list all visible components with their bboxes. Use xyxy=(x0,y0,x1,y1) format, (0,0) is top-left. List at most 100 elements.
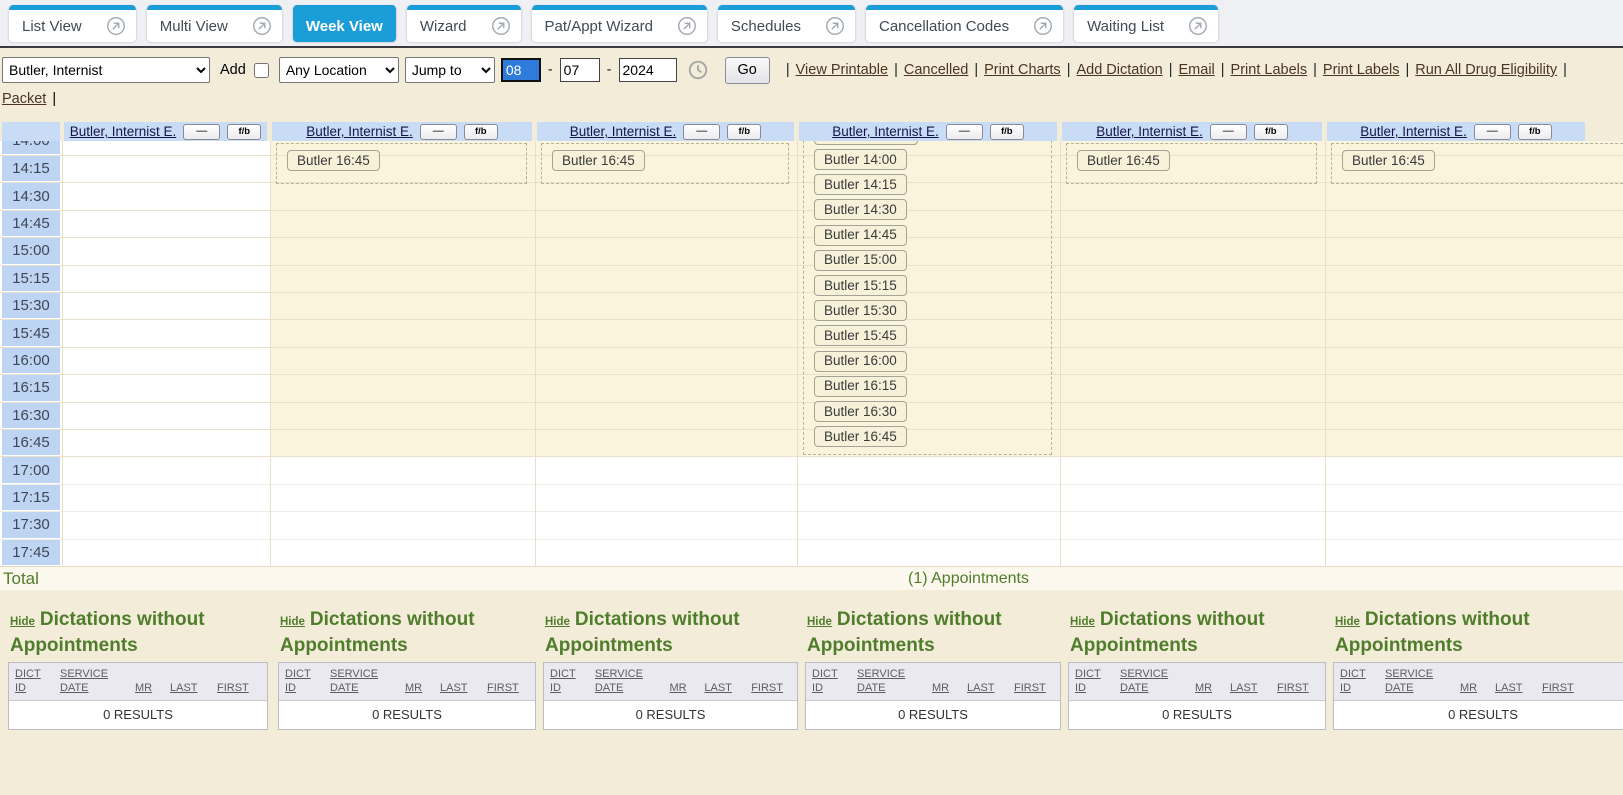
column-sort-link[interactable]: DATE xyxy=(1385,681,1451,695)
collapse-column-button[interactable]: — xyxy=(683,124,720,140)
appointment-chip[interactable]: Butler 16:45 xyxy=(552,150,645,171)
column-sort-link[interactable]: ID xyxy=(15,681,51,695)
appointment-chip[interactable]: Butler 16:30 xyxy=(814,401,907,422)
appointment-chip[interactable]: Butler 16:00 xyxy=(814,351,907,372)
tab-waiting-list[interactable]: Waiting List xyxy=(1073,5,1219,43)
column-sort-link[interactable]: DATE xyxy=(60,681,126,695)
tab-list-view[interactable]: List View xyxy=(8,5,137,43)
toolbar-link-cancelled[interactable]: Cancelled xyxy=(904,62,969,78)
column-sort-link[interactable]: DATE xyxy=(595,681,661,695)
tab-wizard[interactable]: Wizard xyxy=(406,5,522,43)
toolbar-link-email[interactable]: Email xyxy=(1179,62,1215,78)
column-sort-link[interactable]: DICT xyxy=(15,667,51,681)
toolbar-link-print-labels[interactable]: Print Labels xyxy=(1323,62,1400,78)
frontback-button[interactable]: f/b xyxy=(1254,124,1288,140)
hide-dictations-link[interactable]: Hide xyxy=(807,616,832,628)
column-sort-link[interactable]: ID xyxy=(812,681,848,695)
frontback-button[interactable]: f/b xyxy=(990,124,1024,140)
appointment-chip[interactable]: Butler 16:45 xyxy=(814,426,907,447)
toolbar-link-print-labels[interactable]: Print Labels xyxy=(1231,62,1308,78)
appointment-chip[interactable]: Butler 16:45 xyxy=(1342,150,1435,171)
date-month-input[interactable] xyxy=(501,58,541,82)
provider-link[interactable]: Butler, Internist E. xyxy=(1360,124,1467,139)
column-sort-link[interactable]: FIRST xyxy=(487,681,527,695)
collapse-column-button[interactable]: — xyxy=(1210,124,1247,140)
hide-dictations-link[interactable]: Hide xyxy=(1335,616,1360,628)
collapse-column-button[interactable]: — xyxy=(1474,124,1511,140)
go-button[interactable]: Go xyxy=(725,57,770,84)
date-year-input[interactable] xyxy=(619,58,677,82)
hide-dictations-link[interactable]: Hide xyxy=(280,616,305,628)
appointment-chip[interactable]: Butler 14:00 xyxy=(814,149,907,170)
tab-pat-appt-wizard[interactable]: Pat/Appt Wizard xyxy=(531,5,708,43)
column-sort-link[interactable]: FIRST xyxy=(217,681,257,695)
tab-multi-view[interactable]: Multi View xyxy=(146,5,283,43)
column-sort-link[interactable]: SERVICE xyxy=(595,667,661,681)
tab-week-view[interactable]: Week View xyxy=(292,5,397,43)
toolbar-link-run-all-drug-eligibility[interactable]: Run All Drug Eligibility xyxy=(1415,62,1557,78)
column-sort-link[interactable]: SERVICE xyxy=(1385,667,1451,681)
column-sort-link[interactable]: LAST xyxy=(440,681,478,695)
collapse-column-button[interactable]: — xyxy=(183,124,220,140)
appointment-chip[interactable]: Butler 14:30 xyxy=(814,199,907,220)
column-sort-link[interactable]: MR xyxy=(405,681,431,695)
open-in-new-tab-icon[interactable] xyxy=(251,15,273,37)
column-sort-link[interactable]: DATE xyxy=(330,681,396,695)
location-select[interactable]: Any Location xyxy=(279,57,399,83)
column-sort-link[interactable]: DICT xyxy=(285,667,321,681)
column-sort-link[interactable]: FIRST xyxy=(1277,681,1317,695)
hide-dictations-link[interactable]: Hide xyxy=(1070,616,1095,628)
open-in-new-tab-icon[interactable] xyxy=(490,15,512,37)
column-sort-link[interactable]: LAST xyxy=(1230,681,1268,695)
column-sort-link[interactable]: DICT xyxy=(1340,667,1376,681)
column-sort-link[interactable]: FIRST xyxy=(1014,681,1054,695)
appointment-chip-clipped[interactable] xyxy=(814,141,918,145)
column-sort-link[interactable]: ID xyxy=(1340,681,1376,695)
column-sort-link[interactable]: SERVICE xyxy=(857,667,923,681)
appointment-chip[interactable]: Butler 15:30 xyxy=(814,300,907,321)
tab-schedules[interactable]: Schedules xyxy=(717,5,856,43)
appointment-chip[interactable]: Butler 14:15 xyxy=(814,174,907,195)
provider-link[interactable]: Butler, Internist E. xyxy=(1096,124,1203,139)
open-in-new-tab-icon[interactable] xyxy=(824,15,846,37)
appointment-chip[interactable]: Butler 15:15 xyxy=(814,275,907,296)
appointment-chip[interactable]: Butler 15:00 xyxy=(814,250,907,271)
date-day-input[interactable] xyxy=(560,58,600,82)
frontback-button[interactable]: f/b xyxy=(464,124,498,140)
appointment-chip[interactable]: Butler 16:45 xyxy=(287,150,380,171)
column-sort-link[interactable]: MR xyxy=(1460,681,1486,695)
column-sort-link[interactable]: LAST xyxy=(170,681,208,695)
column-sort-link[interactable]: LAST xyxy=(704,681,742,695)
column-sort-link[interactable]: DICT xyxy=(812,667,848,681)
open-in-new-tab-icon[interactable] xyxy=(105,15,127,37)
column-sort-link[interactable]: FIRST xyxy=(1542,681,1582,695)
provider-link[interactable]: Butler, Internist E. xyxy=(70,124,177,139)
provider-link[interactable]: Butler, Internist E. xyxy=(306,124,413,139)
appointment-chip[interactable]: Butler 16:45 xyxy=(1077,150,1170,171)
jump-to-select[interactable]: Jump to xyxy=(405,57,495,83)
provider-select[interactable]: Butler, Internist xyxy=(2,57,210,83)
open-in-new-tab-icon[interactable] xyxy=(676,15,698,37)
column-sort-link[interactable]: SERVICE xyxy=(330,667,396,681)
toolbar-link-view-printable[interactable]: View Printable xyxy=(796,62,888,78)
column-sort-link[interactable]: DATE xyxy=(857,681,923,695)
open-in-new-tab-icon[interactable] xyxy=(1032,15,1054,37)
column-sort-link[interactable]: ID xyxy=(550,681,586,695)
frontback-button[interactable]: f/b xyxy=(1518,124,1552,140)
column-sort-link[interactable]: MR xyxy=(1195,681,1221,695)
frontback-button[interactable]: f/b xyxy=(227,124,261,140)
column-sort-link[interactable]: DICT xyxy=(550,667,586,681)
column-sort-link[interactable]: MR xyxy=(135,681,161,695)
tab-cancellation-codes[interactable]: Cancellation Codes xyxy=(865,5,1064,43)
appointment-chip[interactable]: Butler 16:15 xyxy=(814,376,907,397)
appointment-chip[interactable]: Butler 15:45 xyxy=(814,325,907,346)
collapse-column-button[interactable]: — xyxy=(420,124,457,140)
column-sort-link[interactable]: SERVICE xyxy=(1120,667,1186,681)
toolbar-link-packet[interactable]: Packet xyxy=(2,91,46,107)
frontback-button[interactable]: f/b xyxy=(727,124,761,140)
column-sort-link[interactable]: DICT xyxy=(1075,667,1111,681)
toolbar-link-add-dictation[interactable]: Add Dictation xyxy=(1076,62,1162,78)
add-checkbox[interactable] xyxy=(254,63,269,78)
open-in-new-tab-icon[interactable] xyxy=(1187,15,1209,37)
column-sort-link[interactable]: LAST xyxy=(1495,681,1533,695)
